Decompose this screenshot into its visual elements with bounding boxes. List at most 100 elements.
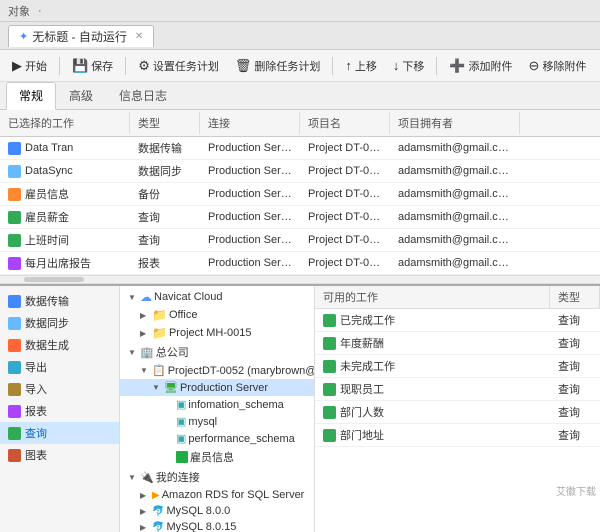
title-tab[interactable]: ✦ 无标题 - 自动运行 ✕ [8, 25, 154, 47]
tree-label: Navicat Cloud [154, 291, 222, 303]
cell-owner: adamsmith@gmail.com [390, 163, 520, 179]
table-row[interactable]: 雇员薪金 查询 Production Server Project DT-005… [0, 206, 600, 229]
right-col-type: 类型 [550, 286, 600, 308]
table-row[interactable]: DataSync 数据同步 Production Server Project … [0, 160, 600, 183]
right-row[interactable]: 未完成工作 查询 [315, 355, 600, 378]
tree-item[interactable]: ▼📋ProjectDT-0052 (marybrown@... [120, 362, 314, 379]
cell-name: 雇员信息 [0, 184, 130, 204]
cell-owner: adamsmith@gmail.com [390, 209, 520, 225]
tree-label: Project MH-0015 [169, 327, 252, 339]
table-row[interactable]: 每月出席报告 报表 Production Server Project DT-0… [0, 252, 600, 275]
sidebar-item-图表[interactable]: 图表 [0, 444, 119, 466]
right-cell-type: 查询 [550, 424, 600, 446]
tree-arrow: ▶ [140, 329, 150, 338]
separator [436, 57, 437, 75]
hscroll-thumb[interactable] [24, 277, 84, 282]
right-row[interactable]: 年度薪酬 查询 [315, 332, 600, 355]
cloud-icon: ☁ [140, 290, 152, 304]
move-up-button[interactable]: ↑ 上移 [339, 56, 383, 76]
down-icon: ↓ [393, 58, 400, 73]
cell-project: Project DT-0052 [300, 140, 390, 156]
table-body: Data Tran 数据传输 Production Server Project… [0, 137, 600, 275]
tree-item[interactable]: ▶🐬MySQL 8.0.0 [120, 503, 314, 519]
right-cell-type: 查询 [550, 332, 600, 354]
tree-item[interactable]: ▶📁Project MH-0015 [120, 324, 314, 342]
right-row[interactable]: 现职员工 查询 [315, 378, 600, 401]
right-row[interactable]: 部门地址 查询 [315, 424, 600, 447]
play-icon: ▶ [12, 58, 22, 74]
tree-item[interactable]: ▶📁Office [120, 306, 314, 324]
sidebar-item-报表[interactable]: 报表 [0, 400, 119, 422]
right-row[interactable]: 已完成工作 查询 [315, 309, 600, 332]
project-icon: 📋 [152, 364, 166, 377]
sidebar-item-数据生成[interactable]: 数据生成 [0, 334, 119, 356]
cell-name: 雇员薪金 [0, 207, 130, 227]
tree-label: mysql [188, 416, 217, 428]
tree-item[interactable]: ▼🏢总公司 [120, 342, 314, 362]
tab-advanced[interactable]: 高级 [56, 82, 106, 109]
cell-owner: adamsmith@gmail.com [390, 255, 520, 271]
separator [332, 57, 333, 75]
sidebar-item-数据传输[interactable]: 数据传输 [0, 290, 119, 312]
remove-attachment-button[interactable]: ⊖ 移除附件 [523, 56, 593, 76]
tree-item[interactable]: ▣infomation_schema [120, 396, 314, 413]
col-header-type: 类型 [130, 112, 200, 134]
tab-log[interactable]: 信息日志 [106, 82, 180, 109]
set-schedule-button[interactable]: ⚙ 设置任务计划 [132, 56, 225, 76]
amazon-icon: ▶ [152, 490, 160, 501]
table-row[interactable]: 上班时间 查询 Production Server Project DT-005… [0, 229, 600, 252]
sidebar-item-数据同步[interactable]: 数据同步 [0, 312, 119, 334]
right-col-work: 可用的工作 [315, 286, 550, 308]
table-row[interactable]: Data Tran 数据传输 Production Server Project… [0, 137, 600, 160]
cell-connection: Production Server [200, 232, 300, 248]
right-cell-name: 年度薪酬 [315, 332, 550, 354]
separator: · [38, 5, 42, 17]
right-cell-type: 查询 [550, 401, 600, 423]
tree-item[interactable]: ▶🐬MySQL 8.0.15 [120, 519, 314, 532]
cell-project: Project DT-0052 [300, 209, 390, 225]
sidebar-item-导入[interactable]: 导入 [0, 378, 119, 400]
tab-normal[interactable]: 常规 [6, 82, 56, 110]
start-button[interactable]: ▶ 开始 [6, 56, 53, 76]
right-cell-type: 查询 [550, 309, 600, 331]
tree-items: ▼☁Navicat Cloud▶📁Office▶📁Project MH-0015… [120, 288, 314, 532]
tree-label: Production Server [180, 382, 268, 394]
tree-item[interactable]: ▼🔌我的连接 [120, 467, 314, 487]
save-button[interactable]: 💾 保存 [66, 56, 119, 76]
separator [59, 57, 60, 75]
delete-schedule-button[interactable]: 🗑 删除任务计划 [229, 56, 327, 76]
right-rows: 已完成工作 查询 年度薪酬 查询 未完成工作 查询 现职员工 查询 部门人数 查… [315, 309, 600, 447]
tree-label: ProjectDT-0052 (marybrown@... [168, 365, 315, 377]
tree-arrow: ▶ [140, 311, 150, 320]
tree-item[interactable]: ▼🖥Production Server [120, 379, 314, 396]
tree-item[interactable]: ▣mysql [120, 413, 314, 430]
hscroll-bar[interactable] [0, 276, 600, 284]
table-icon [176, 451, 188, 463]
bottom-panel: 数据传输数据同步数据生成导出导入报表查询图表 ▼☁Navicat Cloud▶📁… [0, 284, 600, 532]
tree-label: MySQL 8.0.15 [166, 521, 236, 532]
sidebar-item-查询[interactable]: 查询 [0, 422, 119, 444]
tree-arrow: ▶ [140, 507, 150, 516]
myconn-icon: 🔌 [140, 471, 154, 484]
tree-arrow: ▼ [128, 473, 138, 482]
cell-project: Project DT-0052 [300, 232, 390, 248]
tree-item[interactable]: ▣performance_schema [120, 430, 314, 447]
tree-label: 雇员信息 [190, 449, 234, 465]
tree-item[interactable]: ▶▶Amazon RDS for SQL Server [120, 487, 314, 503]
right-row[interactable]: 部门人数 查询 [315, 401, 600, 424]
tree-arrow: ▶ [140, 491, 150, 500]
col-header-owner: 项目拥有者 [390, 112, 520, 134]
table-row[interactable]: 雇员信息 备份 Production Server Project DT-005… [0, 183, 600, 206]
middle-tree: ▼☁Navicat Cloud▶📁Office▶📁Project MH-0015… [120, 286, 315, 532]
cell-name: 上班时间 [0, 230, 130, 250]
move-down-button[interactable]: ↓ 下移 [387, 56, 431, 76]
tree-item[interactable]: ▼☁Navicat Cloud [120, 288, 314, 306]
tree-label: infomation_schema [188, 399, 283, 411]
tree-item[interactable]: 雇员信息 [120, 447, 314, 467]
cell-type: 数据传输 [130, 138, 200, 158]
tree-arrow: ▼ [128, 293, 138, 302]
delete-icon: 🗑 [235, 58, 252, 74]
add-attachment-button[interactable]: ➕ 添加附件 [443, 56, 518, 76]
cell-type: 查询 [130, 207, 200, 227]
sidebar-item-导出[interactable]: 导出 [0, 356, 119, 378]
